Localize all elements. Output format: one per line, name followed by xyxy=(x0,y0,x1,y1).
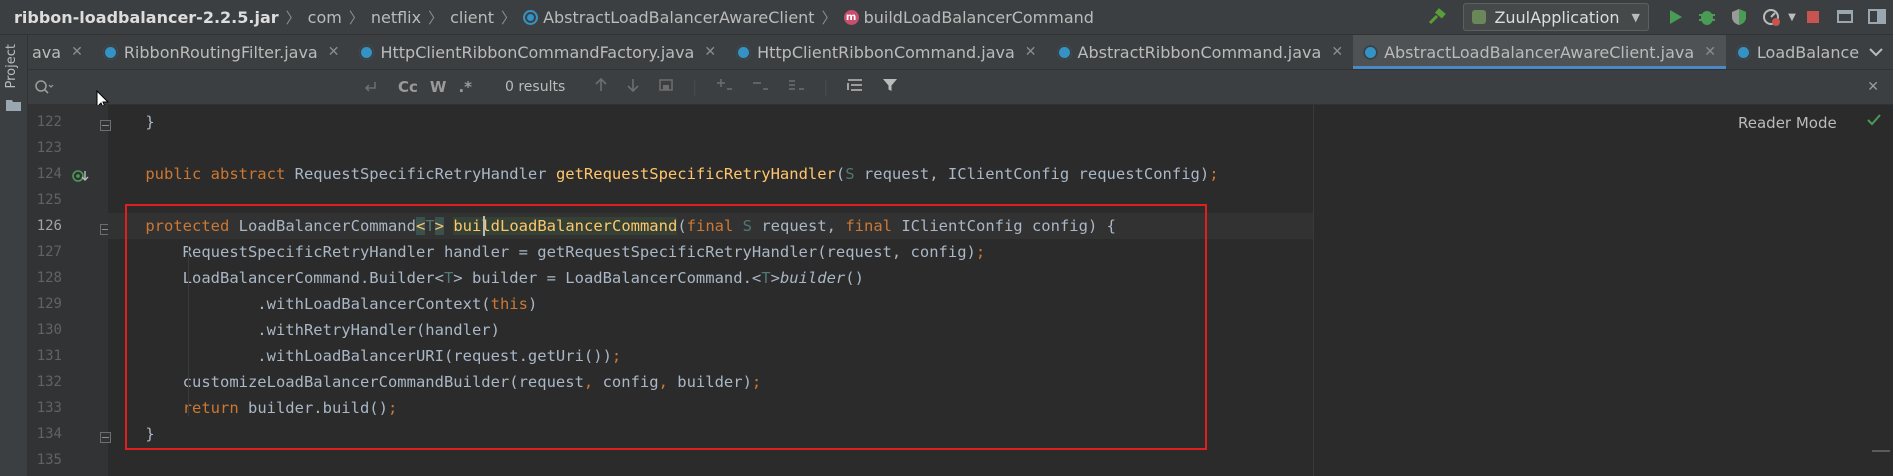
spring-boot-icon xyxy=(1472,10,1487,24)
debug-bug-icon[interactable] xyxy=(1696,6,1718,28)
java-class-icon xyxy=(102,44,118,60)
chevron-right-icon: 〉 xyxy=(821,8,837,27)
separator: | xyxy=(823,78,829,96)
line-number: 127 xyxy=(36,244,62,260)
tab-label: HttpClientRibbonCommandFactory.java xyxy=(380,42,695,62)
line-number: 133 xyxy=(36,400,62,416)
stop-icon[interactable] xyxy=(1802,6,1824,28)
close-icon[interactable]: ✕ xyxy=(1025,44,1037,60)
new-line-icon[interactable] xyxy=(362,79,378,99)
separator: | xyxy=(692,78,698,96)
run-config-label: ZuulApplication xyxy=(1494,7,1620,27)
arrow-down-icon[interactable] xyxy=(626,77,640,97)
right-margin-guide xyxy=(1313,105,1314,476)
abstract-class-icon xyxy=(1056,44,1072,60)
java-class-icon xyxy=(736,44,752,60)
split-view-icon[interactable] xyxy=(1866,6,1888,28)
highlight-annotation-box xyxy=(125,204,1207,450)
tab-ribbon-routing-filter[interactable]: RibbonRoutingFilter.java ✕ xyxy=(93,35,350,69)
line-number: 128 xyxy=(36,270,62,286)
close-icon[interactable]: ✕ xyxy=(1704,44,1716,60)
class-icon xyxy=(523,9,539,25)
tab-http-client-ribbon-command-factory[interactable]: HttpClientRibbonCommandFactory.java ✕ xyxy=(349,35,726,69)
arrow-up-icon[interactable] xyxy=(594,77,608,97)
regex-toggle[interactable]: .* xyxy=(458,78,472,96)
line-number: 132 xyxy=(36,374,62,390)
chevron-right-icon: 〉 xyxy=(501,8,517,27)
close-icon[interactable]: ✕ xyxy=(704,44,716,60)
breadcrumb: ribbon-loadbalancer-2.2.5.jar 〉 com 〉 ne… xyxy=(14,0,1094,34)
chevron-right-icon: 〉 xyxy=(285,8,301,27)
check-icon xyxy=(1866,110,1882,136)
line-number: 135 xyxy=(36,452,62,468)
line-number: 124 xyxy=(36,166,62,182)
match-case-toggle[interactable]: Cc xyxy=(398,78,418,96)
chevron-right-icon: 〉 xyxy=(348,8,364,27)
editor-tabs: ava ✕ RibbonRoutingFilter.java ✕ HttpCli… xyxy=(28,35,1893,70)
whole-words-toggle[interactable]: W xyxy=(430,78,447,96)
main-toolbar: ZuulApplication ▼ ▼ xyxy=(1421,0,1893,34)
line-number: 134 xyxy=(36,426,62,442)
tab-abstract-load-balancer-aware-client[interactable]: AbstractLoadBalancerAwareClient.java ✕ xyxy=(1353,35,1726,69)
select-all-occurrences-icon[interactable] xyxy=(787,77,805,97)
reader-mode-button[interactable]: Reader Mode xyxy=(1738,110,1837,136)
add-occurrence-icon[interactable] xyxy=(715,77,733,97)
code-line: } xyxy=(108,113,155,131)
remove-occurrence-icon[interactable] xyxy=(751,77,769,97)
close-icon[interactable]: ✕ xyxy=(71,44,83,60)
abstract-class-icon xyxy=(1363,44,1379,60)
tab-abstract-ribbon-command[interactable]: AbstractRibbonCommand.java ✕ xyxy=(1047,35,1354,69)
code-line: public abstract RequestSpecificRetryHand… xyxy=(145,165,1219,183)
breadcrumb-item-class[interactable]: AbstractLoadBalancerAwareClient xyxy=(543,8,815,27)
multiline-icon[interactable] xyxy=(846,77,864,97)
tab-label: HttpClientRibbonCommand.java xyxy=(757,42,1015,62)
tab-label: ava xyxy=(32,42,62,62)
chevron-right-icon: 〉 xyxy=(428,8,444,27)
chevron-down-icon: ▼ xyxy=(1631,10,1640,24)
search-results-count: 0 results xyxy=(505,79,566,95)
line-number: 123 xyxy=(36,140,62,156)
breadcrumb-item-client[interactable]: client xyxy=(450,8,494,27)
line-number: 129 xyxy=(36,296,62,312)
chevron-down-icon[interactable] xyxy=(1859,35,1893,69)
more-run-options-icon[interactable]: ▼ xyxy=(1787,6,1797,28)
breadcrumb-item-method[interactable]: buildLoadBalancerCommand xyxy=(864,8,1094,27)
build-hammer-icon[interactable] xyxy=(1426,6,1448,28)
java-class-icon xyxy=(1735,44,1751,60)
tab-label: RibbonRoutingFilter.java xyxy=(123,42,318,62)
run-icon[interactable] xyxy=(1664,6,1686,28)
breadcrumb-item-jar[interactable]: ribbon-loadbalancer-2.2.5.jar xyxy=(14,8,279,27)
scrollbar-marker[interactable] xyxy=(1872,450,1890,452)
search-options: Cc W .* xyxy=(392,70,478,104)
method-icon: m xyxy=(843,9,859,25)
filter-icon[interactable] xyxy=(882,77,898,97)
profiler-icon[interactable] xyxy=(1760,6,1782,28)
search-icon[interactable] xyxy=(34,79,54,99)
line-number: 131 xyxy=(36,348,62,364)
project-structure-icon[interactable] xyxy=(1834,6,1856,28)
coverage-shield-icon[interactable] xyxy=(1728,6,1750,28)
implemented-marker-icon[interactable] xyxy=(72,168,90,187)
tab-label: AbstractRibbonCommand.java xyxy=(1077,42,1322,62)
line-number: 130 xyxy=(36,322,62,338)
tab-label: AbstractLoadBalancerAwareClient.java xyxy=(1384,42,1695,62)
find-toolbar: | | xyxy=(585,70,907,104)
line-number: 125 xyxy=(36,192,62,208)
breadcrumb-item-netflix[interactable]: netflix xyxy=(371,8,421,27)
breadcrumb-item-com[interactable]: com xyxy=(308,8,342,27)
line-number: 126 xyxy=(36,218,62,234)
tab-http-client-ribbon-command[interactable]: HttpClientRibbonCommand.java ✕ xyxy=(726,35,1046,69)
close-icon[interactable]: ✕ xyxy=(1867,70,1879,104)
close-icon[interactable]: ✕ xyxy=(1331,44,1343,60)
project-tool-window-button[interactable]: Project xyxy=(4,44,19,88)
java-class-icon xyxy=(359,44,375,60)
line-number: 122 xyxy=(36,114,62,130)
run-config-dropdown[interactable]: ZuulApplication ▼ xyxy=(1463,3,1649,31)
close-icon[interactable]: ✕ xyxy=(328,44,340,60)
tab-partial[interactable]: ava ✕ xyxy=(28,35,93,69)
open-in-window-icon[interactable] xyxy=(658,77,674,97)
folder-icon xyxy=(6,96,21,115)
